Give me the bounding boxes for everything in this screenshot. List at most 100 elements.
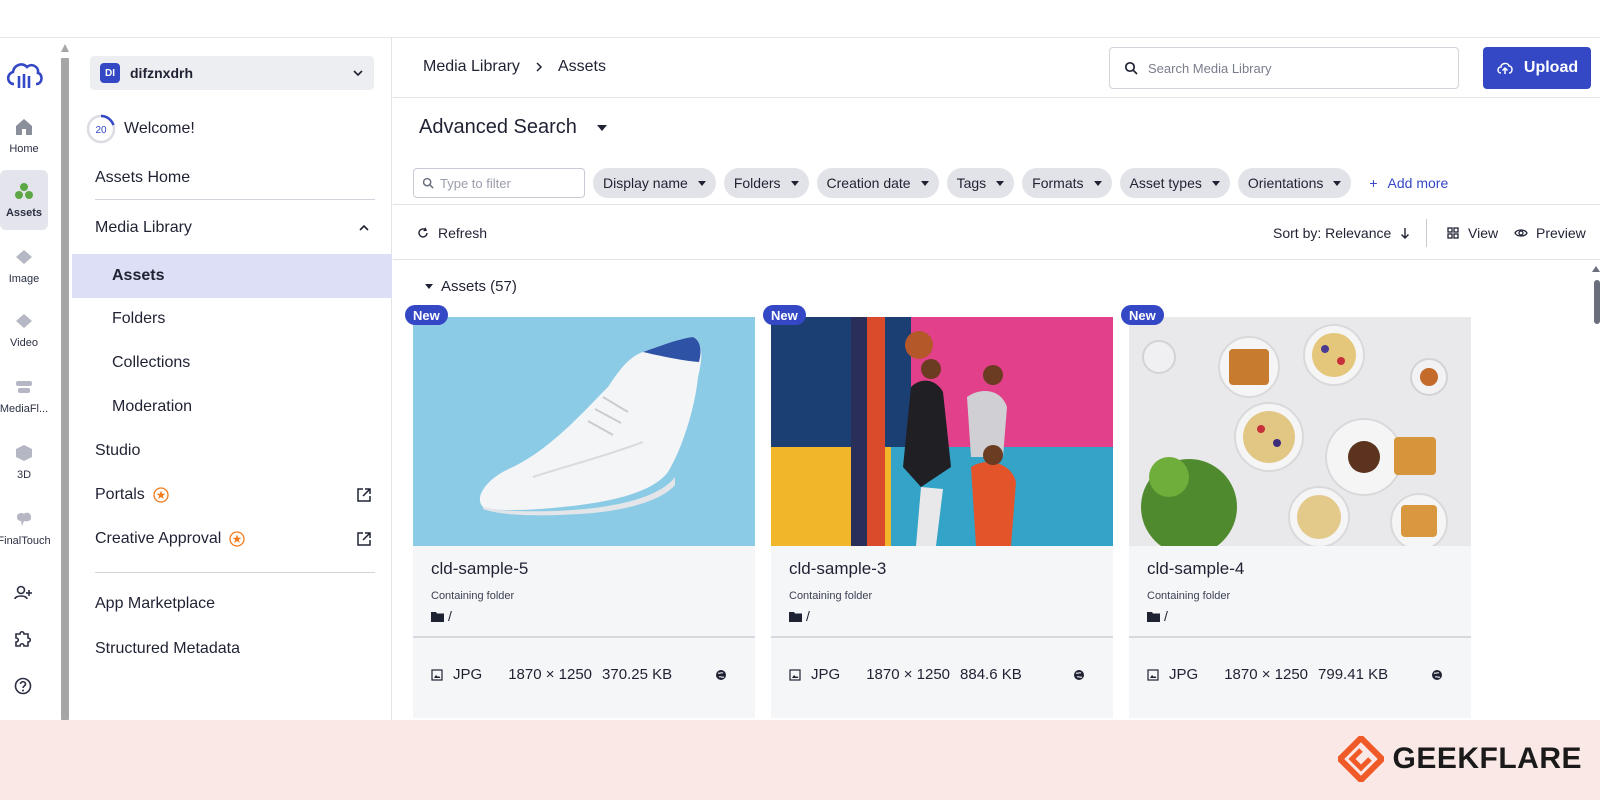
rail-label: Video [10,337,38,349]
add-more-filters-button[interactable]: + Add more [1369,168,1448,198]
filter-chip-formats[interactable]: Formats [1022,168,1112,198]
rail-label: Assets [5,207,43,219]
upload-button[interactable]: Upload [1483,47,1591,89]
nav-assets[interactable]: Assets [72,254,392,298]
caret-down-icon [1211,180,1220,186]
card-divider [1129,636,1471,638]
geekflare-text: GEEKFLARE [1392,742,1582,775]
welcome-item[interactable]: 20 Welcome! [86,114,195,144]
nav-assets-home[interactable]: Assets Home [72,156,392,200]
section-label: Assets (57) [441,278,517,295]
chevron-up-icon [359,224,369,231]
scroll-up-arrow[interactable] [61,44,69,52]
breadcrumb-media-library[interactable]: Media Library [423,58,520,76]
cube-icon [16,445,32,461]
content-scrollbar[interactable] [1592,266,1600,720]
food-image [1129,317,1471,546]
rail-assets[interactable]: Assets [0,170,48,230]
sort-label: Sort by: Relevance [1273,225,1392,241]
sidebar-scrollbar[interactable] [61,42,69,720]
mediaflows-icon [16,381,32,393]
search-input[interactable] [1148,60,1448,76]
external-link-icon[interactable] [356,487,372,503]
asset-folder[interactable]: / [431,608,452,624]
nav-creative-approval[interactable]: Creative Approval [72,517,392,561]
main-panel: Media Library Assets Upload Advanced Sea… [393,38,1600,720]
search-mode-selector[interactable]: Advanced Search [419,116,607,139]
account-switcher[interactable]: DI difznxdrh [90,56,374,90]
asset-card[interactable]: New cld-sample-3 Containing folder / JPG… [763,305,1113,718]
scroll-up-arrow[interactable] [1592,266,1600,272]
nav-studio[interactable]: Studio [72,429,392,473]
assets-section-toggle[interactable]: Assets (57) [425,278,517,295]
help-icon[interactable] [12,675,34,697]
rail-video[interactable]: Video [0,300,48,360]
asset-thumbnail[interactable] [413,317,755,546]
add-user-icon[interactable] [12,582,34,604]
nav-structured-metadata[interactable]: Structured Metadata [72,627,392,671]
progress-ring: 20 [86,114,116,144]
folder-label: Containing folder [789,590,873,602]
asset-name: cld-sample-3 [789,559,887,578]
sort-button[interactable]: Sort by: Relevance [1273,225,1411,241]
search-box[interactable] [1109,47,1459,89]
scroll-thumb[interactable] [1594,280,1600,324]
preview-label: Preview [1536,225,1586,241]
asset-thumbnail[interactable] [1129,317,1471,546]
asset-card[interactable]: New cld-sample-4 Containing folder / JPG… [1121,305,1471,718]
refresh-icon [418,227,428,238]
nav-folders[interactable]: Folders [72,297,392,341]
nav-media-library[interactable]: Media Library [72,206,392,250]
account-name: difznxdrh [130,65,193,81]
rail-image[interactable]: Image [0,236,48,296]
filter-chip-folders[interactable]: Folders [723,168,809,198]
nav-divider [95,199,375,200]
image-icon [16,250,32,264]
caret-down-icon [425,284,433,289]
filter-chip-asset-types[interactable]: Asset types [1119,168,1230,198]
nav-moderation[interactable]: Moderation [72,385,392,429]
nav-collections[interactable]: Collections [72,341,392,385]
filter-box[interactable] [413,168,585,198]
rail-label: Home [9,143,39,155]
refresh-button[interactable]: Refresh [417,225,487,241]
rail-mediaflows[interactable]: MediaFl... [0,366,48,426]
filter-input[interactable] [440,175,580,191]
folder-path: / [448,608,452,624]
rail-finaltouch[interactable]: FinalTouch [0,498,51,558]
cloudinary-logo[interactable] [4,58,44,92]
filter-bar: Display name Folders Creation date Tags … [413,168,1448,198]
view-button[interactable]: View [1446,225,1498,241]
scroll-thumb[interactable] [61,58,69,720]
chip-label: Tags [956,175,987,191]
nav-label: Structured Metadata [95,640,240,657]
preview-button[interactable]: Preview [1514,225,1586,241]
account-avatar: DI [100,63,120,83]
nav-app-marketplace[interactable]: App Marketplace [72,582,392,626]
caret-down-icon [1093,180,1102,186]
nav-label: Media Library [95,219,192,236]
view-label: View [1468,225,1499,241]
eye-icon [1514,229,1528,237]
rail-3d[interactable]: 3D [0,432,48,492]
caret-down-icon [920,180,929,186]
nav-label: Assets [112,267,165,284]
nav-portals[interactable]: Portals [72,473,392,517]
asset-folder[interactable]: / [1147,608,1168,624]
basketball-image [771,317,1113,546]
asset-thumbnail[interactable] [771,317,1113,546]
nav-label: Creative Approval [95,530,222,547]
asset-card[interactable]: New cld-sample-5 Containing folder / JPG… [405,305,755,718]
caret-down-icon [790,180,799,186]
arrow-down-icon [1401,228,1410,239]
nav-label: Collections [112,354,191,371]
filter-chip-tags[interactable]: Tags [946,168,1015,198]
filter-chip-creation-date[interactable]: Creation date [816,168,939,198]
filter-chip-display-name[interactable]: Display name [593,168,716,198]
header-bar: Media Library Assets Upload [393,38,1600,98]
filter-chip-orientations[interactable]: Orientations [1237,168,1352,198]
puzzle-icon[interactable] [12,628,34,650]
asset-folder[interactable]: / [789,608,810,624]
external-link-icon[interactable] [356,531,372,547]
rail-home[interactable]: Home [0,106,48,166]
